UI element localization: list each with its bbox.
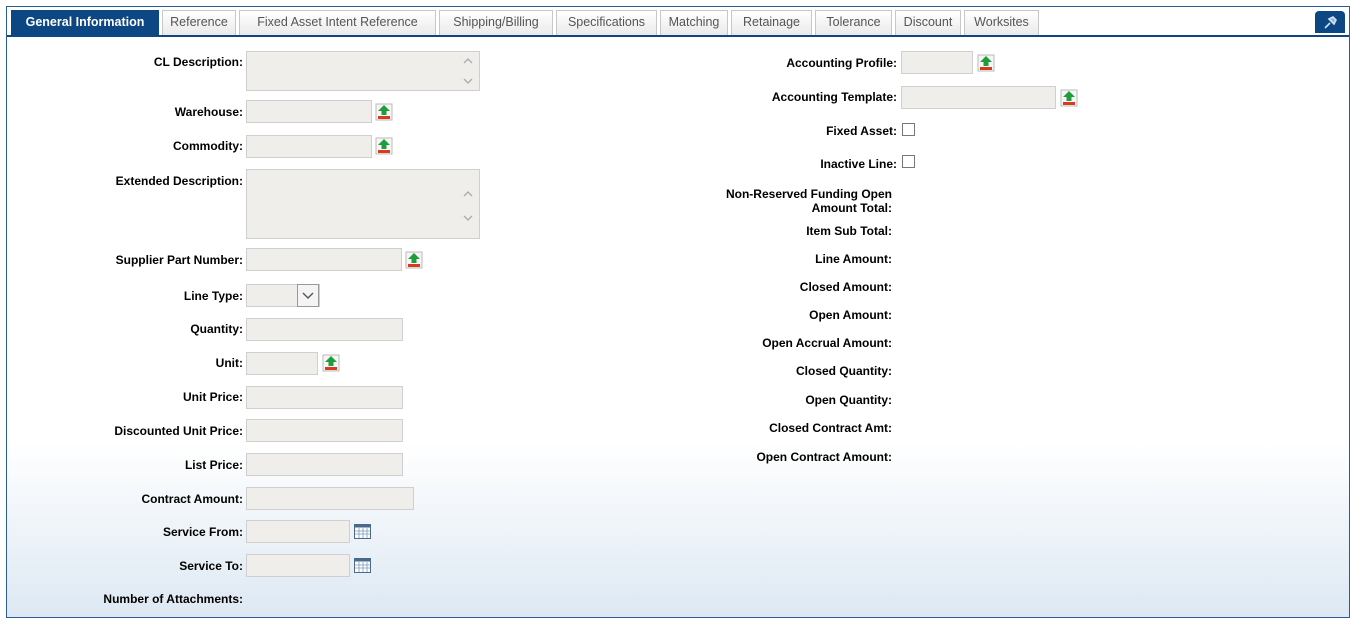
chevron-down-icon[interactable] [462,212,474,224]
extended-description-textarea[interactable] [246,169,480,239]
calendar-icon[interactable] [354,558,371,573]
cl-description-textarea[interactable] [246,51,480,91]
accounting-profile-lookup-icon[interactable] [977,54,995,72]
discounted-unit-price-label: Discounted Unit Price: [114,424,243,438]
line-type-label: Line Type: [183,289,243,303]
accounting-profile-label: Accounting Profile: [786,56,897,70]
tab-matching[interactable]: Matching [660,10,728,35]
commodity-lookup-icon[interactable] [375,137,393,155]
item-sub-total-label: Item Sub Total: [806,224,892,238]
textarea-scrollbar[interactable] [461,172,475,236]
list-price-field[interactable] [246,453,403,476]
fixed-asset-label: Fixed Asset: [826,124,897,138]
tab-bar: General Information Reference Fixed Asse… [7,7,1349,37]
tab-retainage[interactable]: Retainage [731,10,812,35]
accounting-template-label: Accounting Template: [771,90,897,104]
unit-lookup-icon[interactable] [322,354,340,372]
line-details-panel: General Information Reference Fixed Asse… [6,6,1350,618]
calendar-icon[interactable] [354,524,371,539]
inactive-line-checkbox[interactable] [902,155,915,168]
supplier-part-number-field[interactable] [246,248,402,271]
quantity-label: Quantity: [190,322,243,336]
open-quantity-label: Open Quantity: [805,393,892,407]
line-type-select[interactable] [246,284,320,307]
service-from-field[interactable] [246,520,350,543]
unit-field[interactable] [246,352,318,375]
service-from-label: Service From: [162,525,243,539]
warehouse-lookup-icon[interactable] [375,103,393,121]
cl-description-label: CL Description: [153,55,243,69]
tab-discount[interactable]: Discount [895,10,961,35]
nonreserved-funding-label: Non-Reserved Funding Open [725,187,892,201]
closed-quantity-label: Closed Quantity: [795,364,892,378]
service-to-label: Service To: [179,559,243,573]
commodity-label: Commodity: [173,139,243,153]
tab-reference[interactable]: Reference [162,10,236,35]
number-of-attachments-label: Number of Attachments: [103,592,243,606]
service-to-field[interactable] [246,554,350,577]
quantity-field[interactable] [246,318,403,341]
accounting-template-lookup-icon[interactable] [1060,89,1078,107]
tab-specifications[interactable]: Specifications [556,10,657,35]
unit-price-label: Unit Price: [182,390,243,404]
inactive-line-label: Inactive Line: [820,157,897,171]
tab-fixed-asset-intent-reference[interactable]: Fixed Asset Intent Reference [239,10,436,35]
unit-label: Unit: [215,356,243,370]
nonreserved-funding-label-line2: Amount Total: [811,201,892,215]
commodity-field[interactable] [246,135,372,158]
closed-amount-label: Closed Amount: [799,280,892,294]
tab-general-information[interactable]: General Information [11,10,159,37]
supplier-part-number-lookup-icon[interactable] [405,251,423,269]
open-accrual-amount-label: Open Accrual Amount: [762,336,892,350]
extended-description-label: Extended Description: [115,174,243,188]
chevron-down-icon[interactable] [462,75,474,87]
open-amount-label: Open Amount: [809,308,892,322]
contract-amount-field[interactable] [246,487,414,510]
chevron-up-icon[interactable] [462,55,474,67]
closed-contract-amt-label: Closed Contract Amt: [769,421,892,435]
tab-tolerance[interactable]: Tolerance [815,10,892,35]
supplier-part-number-label: Supplier Part Number: [115,253,243,267]
list-price-label: List Price: [184,458,243,472]
general-information-form: CL Description: Warehouse: Commodity: Ex… [7,37,1349,617]
contract-amount-label: Contract Amount: [141,492,243,506]
tab-shipping-billing[interactable]: Shipping/Billing [439,10,553,35]
unit-price-field[interactable] [246,386,403,409]
pin-icon[interactable] [1315,11,1345,33]
open-contract-amount-label: Open Contract Amount: [756,450,892,464]
chevron-up-icon[interactable] [462,188,474,200]
tab-worksites[interactable]: Worksites [964,10,1039,35]
line-amount-label: Line Amount: [815,252,892,266]
chevron-down-icon[interactable] [297,284,319,307]
warehouse-field[interactable] [246,100,372,123]
fixed-asset-checkbox[interactable] [902,123,915,136]
accounting-profile-field[interactable] [901,51,973,74]
accounting-template-field[interactable] [901,86,1056,109]
warehouse-label: Warehouse: [174,105,243,119]
discounted-unit-price-field[interactable] [246,419,403,442]
textarea-scrollbar[interactable] [461,54,475,88]
